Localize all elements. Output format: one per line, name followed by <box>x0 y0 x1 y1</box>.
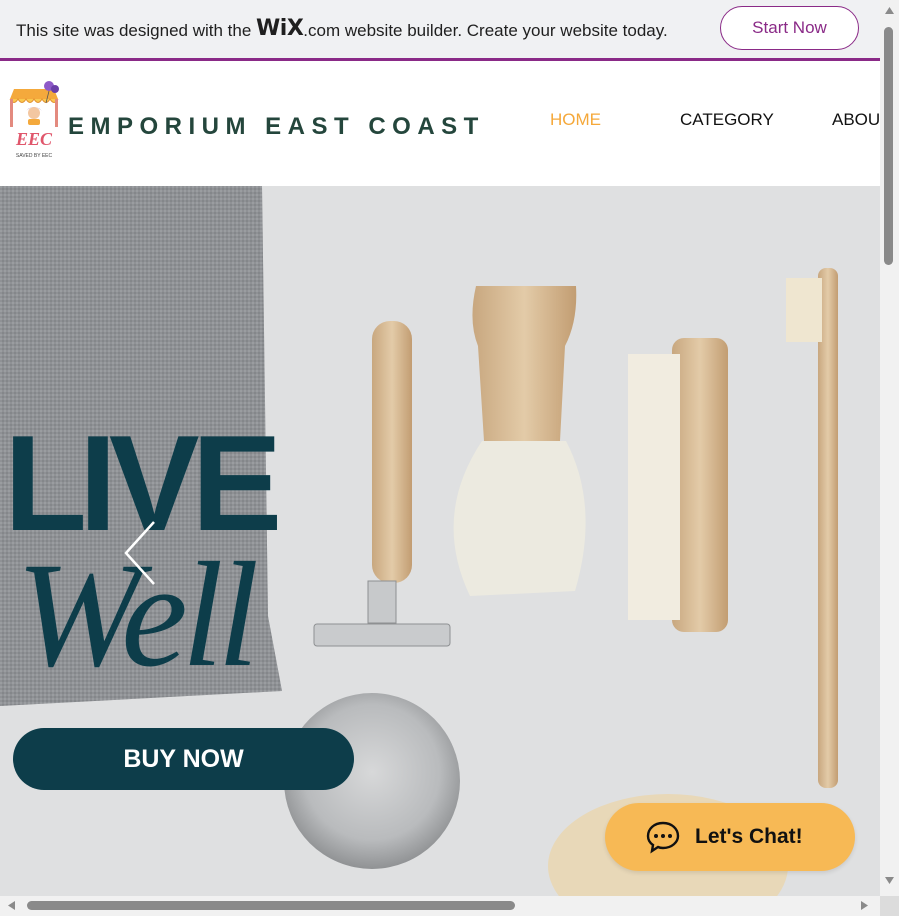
buy-now-button[interactable]: BUY NOW <box>13 728 354 790</box>
horizontal-scroll-thumb[interactable] <box>27 901 515 910</box>
wix-logo[interactable]: WiX <box>256 16 304 41</box>
chat-label: Let's Chat! <box>695 825 803 848</box>
logo-subtext: SAVED BY EEC <box>16 153 53 159</box>
nav-home[interactable]: HOME <box>550 110 601 130</box>
site-header: EEC SAVED BY EEC EMPORIUM EAST COAST HOM… <box>0 61 880 186</box>
vertical-scrollbar[interactable] <box>880 0 899 900</box>
wix-logo-dotcom: .com <box>303 21 341 40</box>
horizontal-scrollbar[interactable] <box>0 896 880 916</box>
scrollbar-corner <box>880 896 899 916</box>
start-now-button[interactable]: Start Now <box>720 6 859 50</box>
prev-arrow-icon[interactable] <box>120 518 160 588</box>
brand-name[interactable]: EMPORIUM EAST COAST <box>68 113 485 141</box>
eec-logo[interactable]: EEC SAVED BY EEC <box>4 79 64 161</box>
chat-bubble-icon <box>646 821 680 854</box>
wix-promo-text: This site was designed with the WiX.com … <box>16 16 668 42</box>
scroll-down-icon[interactable] <box>884 876 895 885</box>
nav-about[interactable]: ABOU <box>832 110 880 130</box>
chat-button[interactable]: Let's Chat! <box>605 803 855 871</box>
wix-promo-text-before: This site was designed with the <box>16 21 257 40</box>
vertical-scroll-thumb[interactable] <box>884 27 893 265</box>
wix-promo-text-after: website builder. Create your website tod… <box>340 21 668 40</box>
hero-slideshow: LIVE Well BUY NOW <box>0 186 880 896</box>
scroll-right-icon[interactable] <box>860 900 869 911</box>
nav-category[interactable]: CATEGORY <box>680 110 774 130</box>
wix-promo-banner: This site was designed with the WiX.com … <box>0 0 880 61</box>
logo-text: EEC <box>15 129 53 149</box>
scroll-up-icon[interactable] <box>884 6 895 15</box>
scroll-left-icon[interactable] <box>7 900 16 911</box>
